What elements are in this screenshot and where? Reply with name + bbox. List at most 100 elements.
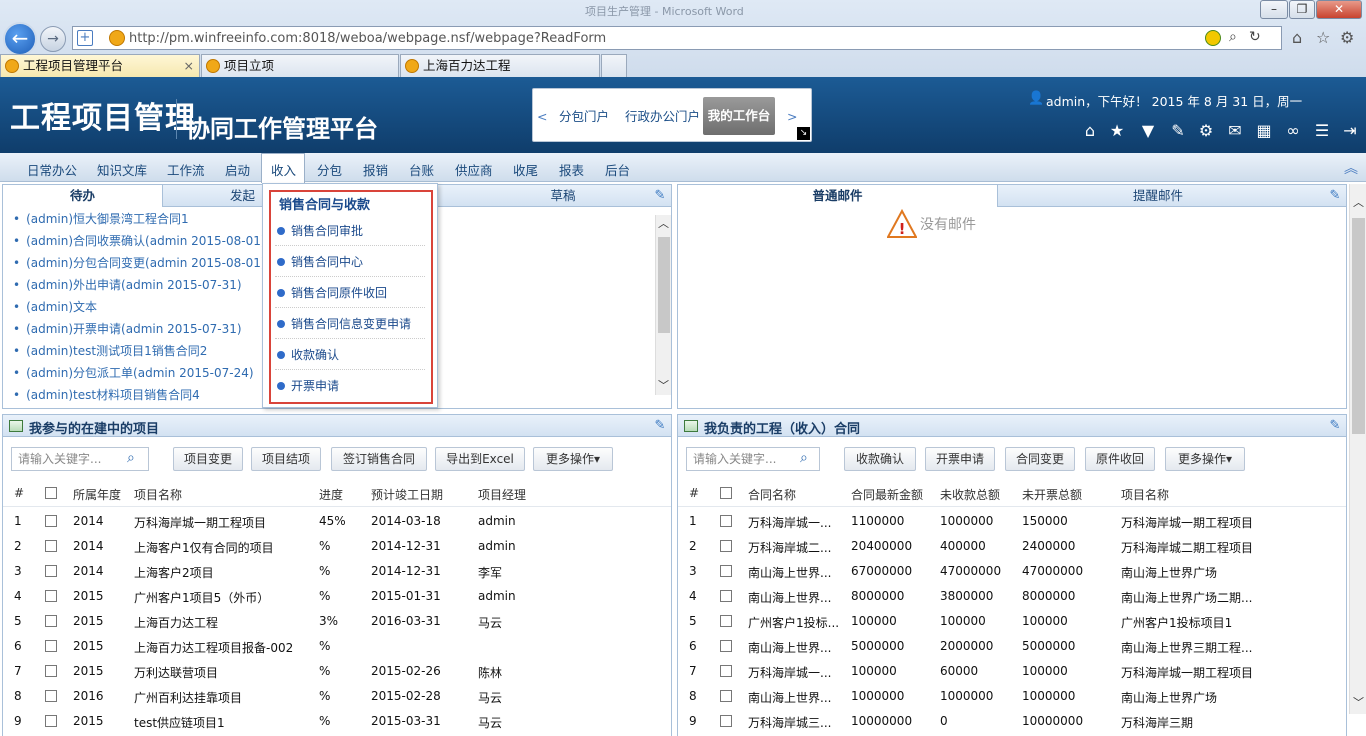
star-icon[interactable]: ★	[1108, 122, 1126, 140]
dropdown-item-invoice-apply[interactable]: 开票申请	[275, 371, 425, 401]
table-cell[interactable]: 万科海岸城一...	[748, 664, 831, 681]
table-row[interactable]: 7 2015 万利达联营项目% 2015-02-26 陈林	[3, 664, 671, 684]
column-header[interactable]: 未开票总额	[1022, 486, 1082, 503]
edit-pencil-icon[interactable]: ✎	[653, 189, 667, 203]
binoculars-icon[interactable]: ∞	[1284, 122, 1302, 140]
collapse-icon[interactable]: ︽	[1344, 158, 1358, 178]
table-row[interactable]: 3 2014 上海客户2项目% 2014-12-31 李军	[3, 564, 671, 584]
todo-item[interactable]: (admin)文本	[13, 298, 97, 315]
url-text[interactable]: http://pm.winfreeinfo.com:8018/weboa/web…	[129, 31, 606, 46]
row-checkbox[interactable]	[720, 715, 732, 727]
table-row[interactable]: 2 万科海岸城二... 20400000 400000 2400000 万科海岸城二期工程…	[678, 539, 1346, 559]
more-actions-button[interactable]: 更多操作▾	[533, 447, 613, 471]
portal-item-workbench[interactable]: 我的工作台	[703, 97, 775, 135]
shirt-icon[interactable]: ▼	[1139, 122, 1157, 140]
security-icon[interactable]	[1205, 30, 1221, 46]
page-scrollbar[interactable]: ︿ ﹀	[1349, 184, 1366, 714]
scroll-down-icon[interactable]: ﹀	[658, 377, 669, 393]
menu-item-knowledge[interactable]: 知识文库	[97, 160, 147, 179]
maximize-button[interactable]: ❐	[1289, 0, 1315, 19]
tab-drafts[interactable]: 草稿	[483, 185, 643, 207]
column-header[interactable]: 预计竣工日期	[371, 486, 443, 503]
portal-prev-button[interactable]: <	[537, 109, 547, 124]
menu-item-reimburse[interactable]: 报销	[363, 160, 388, 179]
calendar-icon[interactable]: ▦	[1255, 122, 1273, 140]
row-checkbox[interactable]	[720, 690, 732, 702]
mail-icon[interactable]: ✉	[1226, 122, 1244, 140]
todo-item[interactable]: (admin)开票申请(admin 2015-07-31)	[13, 320, 241, 337]
row-checkbox[interactable]	[45, 640, 57, 652]
payment-confirm-button[interactable]: 收款确认	[844, 447, 916, 471]
table-row[interactable]: 5 广州客户1投标... 100000 100000 100000 广州客户1投标项目1	[678, 614, 1346, 634]
row-checkbox[interactable]	[720, 615, 732, 627]
contract-change-button[interactable]: 合同变更	[1005, 447, 1075, 471]
table-cell[interactable]: 67000000	[851, 564, 912, 578]
table-cell[interactable]: 2015	[73, 639, 104, 653]
back-button[interactable]: ←	[3, 22, 37, 56]
table-row[interactable]: 9 万科海岸城三... 10000000 0 10000000 万科海岸三期	[678, 714, 1346, 734]
menu-item-supplier[interactable]: 供应商	[455, 160, 493, 179]
tab-todo[interactable]: 待办	[3, 185, 163, 207]
todo-scrollbar[interactable]: ︿ ﹀	[655, 215, 671, 395]
todo-item[interactable]: (admin)test测试项目1销售合同2	[13, 342, 207, 359]
table-cell[interactable]: 1000000	[851, 689, 904, 703]
menu-item-start[interactable]: 启动	[225, 160, 250, 179]
dropdown-item-contract-approval[interactable]: 销售合同审批	[275, 216, 425, 246]
table-row[interactable]: 5 2015 上海百力达工程 3% 2016-03-31 马云	[3, 614, 671, 634]
table-cell[interactable]: 南山海上世界...	[748, 589, 831, 606]
table-cell[interactable]: 100000	[851, 664, 897, 678]
browser-tab[interactable]: 项目立项	[201, 54, 399, 77]
edit-icon[interactable]: ✎	[1169, 122, 1187, 140]
row-checkbox[interactable]	[720, 565, 732, 577]
table-row[interactable]: 4 南山海上世界... 8000000 3800000 8000000 南山海上世界广场二…	[678, 589, 1346, 609]
portal-item-admin[interactable]: 行政办公门户	[625, 106, 700, 125]
todo-item[interactable]: (admin)分包合同变更(admin 2015-08-01)	[13, 254, 265, 271]
home-icon[interactable]: ⌂	[1081, 122, 1099, 140]
portal-item-subcontract[interactable]: 分包门户	[559, 106, 609, 125]
row-checkbox[interactable]	[45, 690, 57, 702]
row-checkbox[interactable]	[45, 715, 57, 727]
row-checkbox[interactable]	[45, 540, 57, 552]
dropdown-item-info-change[interactable]: 销售合同信息变更申请	[275, 309, 425, 339]
table-cell[interactable]: 南山海上世界...	[748, 564, 831, 581]
project-change-button[interactable]: 项目变更	[173, 447, 243, 471]
tab-normal-mail[interactable]: 普通邮件	[678, 185, 998, 207]
todo-item[interactable]: (admin)合同收票确认(admin 2015-08-01)	[13, 232, 265, 249]
table-cell[interactable]: 2015	[73, 589, 104, 603]
table-row[interactable]: 8 2016 广州百利达挂靠项目% 2015-02-28 马云	[3, 689, 671, 709]
export-excel-button[interactable]: 导出到Excel	[435, 447, 525, 471]
sign-sales-contract-button[interactable]: 签订销售合同	[331, 447, 427, 471]
column-header[interactable]: 项目经理	[478, 486, 526, 503]
scroll-up-icon[interactable]: ︿	[1353, 194, 1364, 210]
list-icon[interactable]: ☰	[1313, 122, 1331, 140]
table-cell[interactable]: 上海百力达工程项目报备-002	[134, 639, 293, 656]
table-cell[interactable]: 2014	[73, 564, 104, 578]
portal-next-button[interactable]: >	[787, 109, 797, 124]
select-all-checkbox[interactable]	[720, 487, 732, 499]
table-cell[interactable]: 10000000	[851, 714, 912, 728]
project-close-button[interactable]: 项目结项	[251, 447, 321, 471]
table-cell[interactable]: 万科海岸城三...	[748, 714, 831, 731]
menu-item-closeout[interactable]: 收尾	[513, 160, 538, 179]
scroll-down-icon[interactable]: ﹀	[1353, 694, 1364, 710]
invoice-apply-button[interactable]: 开票申请	[925, 447, 995, 471]
todo-item[interactable]: (admin)分包派工单(admin 2015-07-24)	[13, 364, 253, 381]
table-cell[interactable]: 上海客户2项目	[134, 564, 214, 581]
add-tab-icon[interactable]: +	[77, 30, 93, 46]
browser-home-icon[interactable]: ⌂	[1292, 28, 1302, 47]
table-cell[interactable]: 上海百力达工程	[134, 614, 218, 631]
todo-item[interactable]: (admin)test材料项目销售合同4	[13, 386, 200, 403]
table-row[interactable]: 9 2015 test供应链项目1% 2015-03-31 马云	[3, 714, 671, 734]
more-actions-button[interactable]: 更多操作▾	[1165, 447, 1245, 471]
table-cell[interactable]: 100000	[851, 614, 897, 628]
scroll-thumb[interactable]	[1352, 218, 1365, 434]
menu-item-ledger[interactable]: 台账	[409, 160, 434, 179]
table-cell[interactable]: 2015	[73, 714, 104, 728]
search-icon[interactable]: ⌕	[800, 450, 808, 466]
table-cell[interactable]: test供应链项目1	[134, 714, 225, 731]
menu-item-reports[interactable]: 报表	[559, 160, 584, 179]
tab-reminder-mail[interactable]: 提醒邮件	[998, 185, 1318, 207]
row-checkbox[interactable]	[45, 565, 57, 577]
row-checkbox[interactable]	[45, 590, 57, 602]
table-cell[interactable]: 广州百利达挂靠项目	[134, 689, 242, 706]
